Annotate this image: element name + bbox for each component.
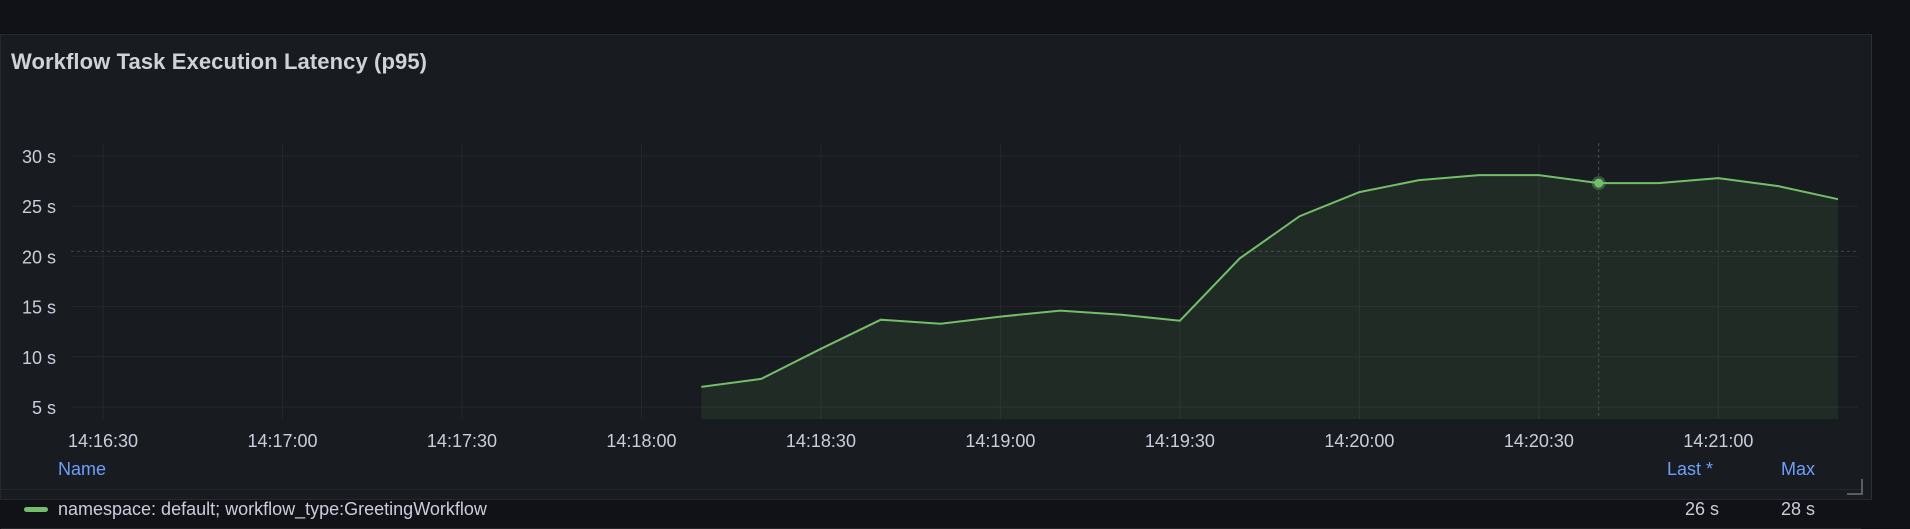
hover-point: [1594, 178, 1604, 188]
x-axis: 14:16:30 14:17:00 14:17:30 14:18:00 14:18:30…: [68, 431, 1753, 451]
legend-max-header[interactable]: Max: [1781, 459, 1815, 480]
x-tick-label: 14:17:30: [427, 431, 497, 451]
legend-series-name[interactable]: namespace: default; workflow_type:Greeti…: [58, 499, 487, 520]
y-tick-label: 30 s: [22, 147, 56, 167]
y-tick-label: 5 s: [32, 398, 56, 418]
x-tick-label: 14:20:00: [1324, 431, 1394, 451]
legend-last-header[interactable]: Last *: [1667, 459, 1713, 480]
y-axis: 30 s 25 s 20 s 15 s 10 s 5 s: [22, 147, 56, 418]
legend-last-value: 26 s: [1685, 499, 1720, 519]
x-tick-label: 14:19:00: [965, 431, 1035, 451]
chart[interactable]: 30 s 25 s 20 s 15 s 10 s 5 s 14:16:30 14:17:00…: [1, 35, 1873, 455]
y-tick-label: 20 s: [22, 247, 56, 267]
resize-handle[interactable]: [1847, 479, 1863, 495]
x-tick-label: 14:20:30: [1504, 431, 1574, 451]
x-tick-label: 14:18:30: [786, 431, 856, 451]
x-tick-label: 14:17:00: [247, 431, 317, 451]
y-tick-label: 10 s: [22, 348, 56, 368]
y-tick-label: 15 s: [22, 298, 56, 318]
x-tick-label: 14:16:30: [68, 431, 138, 451]
y-tick-label: 25 s: [22, 197, 56, 217]
panel: Workflow Task Execution Latency (p95) 30…: [0, 34, 1873, 529]
legend-header: Name Last * Max: [1, 459, 1873, 487]
x-tick-label: 14:21:00: [1683, 431, 1753, 451]
x-tick-label: 14:19:30: [1145, 431, 1215, 451]
series-area: [701, 175, 1838, 419]
legend-row[interactable]: namespace: default; workflow_type:Greeti…: [1, 489, 1861, 529]
legend-max-value: 28 s: [1781, 499, 1816, 519]
x-tick-label: 14:18:00: [606, 431, 676, 451]
series-color-swatch: [24, 507, 48, 512]
series-layer: [701, 143, 1839, 419]
legend-name-header[interactable]: Name: [58, 459, 106, 480]
